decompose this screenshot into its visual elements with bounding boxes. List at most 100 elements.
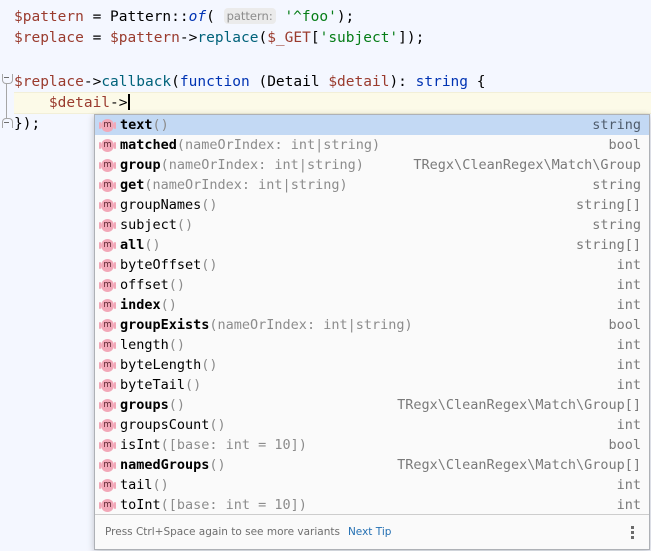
completion-item-type: string (592, 177, 641, 193)
token-bracket-open: [ (310, 30, 320, 46)
completion-item-name: all (120, 237, 145, 253)
completion-item[interactable]: m matched (nameOrIndex: int|string) bool (95, 135, 649, 155)
completion-item-type: TRegx\CleanRegex\Match\Group (413, 157, 641, 173)
completion-list[interactable]: m text() string m matched (nameOrIndex: int|s… (95, 115, 649, 515)
token-variable: $pattern (14, 9, 84, 25)
completion-item-signature: () (185, 377, 202, 393)
code-line-2: $replace = $pattern->replace($_GET['subj… (14, 28, 424, 49)
completion-item-type: int (616, 257, 641, 273)
next-tip-link[interactable]: Next Tip (348, 526, 391, 538)
method-icon: m (99, 378, 116, 392)
token-string: '^foo' (284, 9, 337, 25)
method-icon: m (99, 298, 116, 312)
completion-item-type: string[] (575, 237, 641, 253)
completion-item[interactable]: m toInt ([base: int = 10]) int (95, 495, 649, 515)
token-variable: $replace (14, 30, 84, 46)
completion-item-signature: () (201, 197, 218, 213)
token-object-arrow: -> (83, 74, 102, 90)
token-variable: $replace (14, 74, 84, 90)
completion-item-name: text (120, 117, 153, 133)
completion-item[interactable]: m namedGroups() TRegx\CleanRegex\Match\Gro… (95, 455, 649, 475)
completion-item[interactable]: m isInt ([base: int = 10]) bool (95, 435, 649, 455)
completion-item-type: int (616, 337, 641, 353)
completion-item-name: tail (120, 477, 153, 493)
completion-item[interactable]: m groupNames() string[] (95, 195, 649, 215)
method-icon: m (99, 358, 116, 372)
completion-item-signature: (nameOrIndex: int|string) (176, 137, 381, 153)
text-caret (127, 94, 130, 110)
completion-item-signature: () (201, 257, 218, 273)
code-fold-end-icon[interactable] (2, 118, 13, 128)
completion-item-signature: () (176, 217, 194, 233)
code-line-6: }); (14, 114, 40, 135)
token-string: 'subject' (319, 30, 399, 46)
completion-item[interactable]: m byteLength() int (95, 355, 649, 375)
completion-item-name: groupsCount (120, 417, 210, 433)
token-paren-close: ); (336, 9, 355, 25)
completion-item[interactable]: m tail() int (95, 475, 649, 495)
completion-item-name: isInt (120, 437, 161, 453)
completion-item-name: groupExists (120, 317, 210, 333)
token-type-hint: Detail (267, 74, 320, 90)
completion-item[interactable]: m get (nameOrIndex: int|string) string (95, 175, 649, 195)
completion-item-name: index (120, 297, 161, 313)
completion-item[interactable]: m byteTail() int (95, 375, 649, 395)
completion-item[interactable]: m subject() string (95, 215, 649, 235)
completion-item-type: TRegx\CleanRegex\Match\Group[] (397, 457, 641, 473)
completion-item-signature: ([base: int = 10]) (160, 497, 307, 513)
completion-item-signature: () (144, 237, 161, 253)
token-closing: }); (14, 116, 41, 132)
completion-item[interactable]: m offset() int (95, 275, 649, 295)
token-keyword-function: function (179, 74, 250, 90)
completion-statusbar: Press Ctrl+Space again to see more varia… (95, 514, 649, 549)
completion-item[interactable]: m byteOffset() int (95, 255, 649, 275)
method-icon: m (99, 218, 116, 232)
token-variable: $pattern (110, 30, 180, 46)
method-icon: m (99, 418, 116, 432)
completion-item[interactable]: m all() string[] (95, 235, 649, 255)
token-paren-close: ); (406, 30, 425, 46)
method-icon: m (99, 398, 116, 412)
token-return-type: string (415, 74, 469, 90)
completion-item-type: int (616, 357, 641, 373)
token-method-call: callback (101, 74, 172, 90)
token-assign: = (83, 9, 111, 25)
completion-item-signature: () (152, 117, 169, 133)
token-scope-resolution: :: (171, 9, 189, 25)
token-method-call: replace (197, 30, 259, 46)
completion-item-type: int (616, 477, 641, 493)
completion-item[interactable]: m length() int (95, 335, 649, 355)
token-static-method: of (188, 9, 207, 25)
completion-item[interactable]: m groups() TRegx\CleanRegex\Match\Group[] (95, 395, 649, 415)
token-class: Pattern (110, 9, 172, 25)
completion-item-type: bool (608, 437, 641, 453)
completion-item-signature: () (168, 397, 186, 413)
token-superglobal: $_GET (267, 30, 311, 46)
completion-item-signature: () (209, 457, 226, 473)
completion-item-signature: (nameOrIndex: int|string) (160, 157, 364, 173)
method-icon: m (99, 238, 116, 252)
completion-item-type: string (592, 217, 641, 233)
completion-item-signature: ([base: int = 10]) (160, 437, 307, 453)
code-line-5: $detail-> (14, 93, 130, 114)
token-paren-open: ( (258, 30, 268, 46)
completion-item-name: group (120, 157, 161, 173)
autocomplete-popup[interactable]: m text() string m matched (nameOrIndex: int|s… (94, 114, 650, 550)
completion-item[interactable]: m index() int (95, 295, 649, 315)
code-fold-line (6, 78, 7, 122)
completion-item-type: int (616, 417, 641, 433)
completion-item[interactable]: m groupExists (nameOrIndex: int|string) boo… (95, 315, 649, 335)
completion-item-name: byteOffset (120, 257, 202, 273)
completion-item[interactable]: m groupsCount() int (95, 415, 649, 435)
editor-gutter[interactable] (0, 0, 14, 551)
code-fold-start-icon[interactable] (2, 74, 13, 84)
completion-hint-text: Press Ctrl+Space again to see more varia… (105, 526, 340, 538)
completion-item-signature: () (160, 297, 177, 313)
token-paren-open: ( (206, 9, 215, 25)
completion-item[interactable]: m group (nameOrIndex: int|string) TRegx\Cle… (95, 155, 649, 175)
completion-item[interactable]: m text() string (95, 115, 649, 135)
kebab-menu-icon[interactable] (625, 522, 639, 542)
token-parameter: $detail (328, 74, 390, 90)
completion-item-type: int (616, 377, 641, 393)
